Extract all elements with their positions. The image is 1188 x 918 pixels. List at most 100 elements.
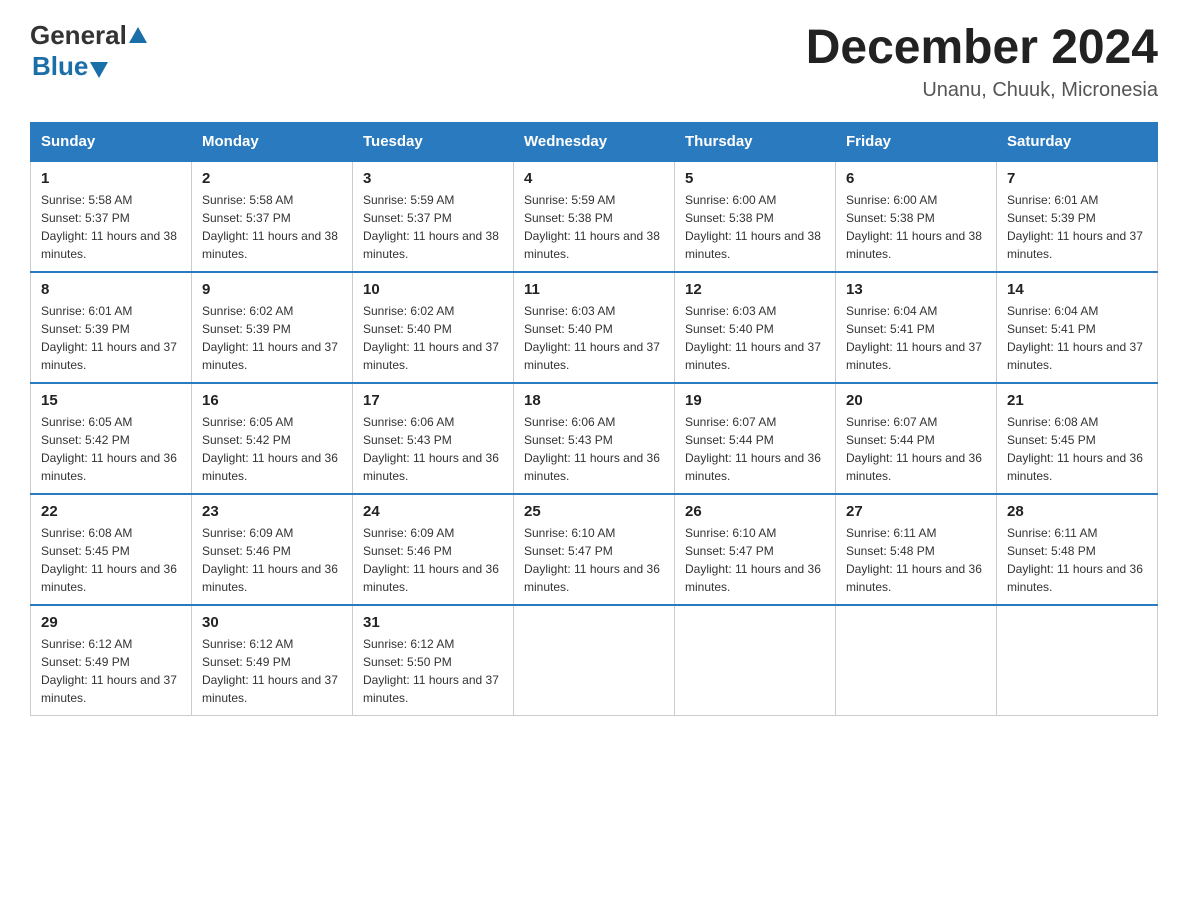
day-number: 7 xyxy=(1007,170,1147,187)
calendar-cell: 9 Sunrise: 6:02 AMSunset: 5:39 PMDayligh… xyxy=(192,272,353,383)
calendar-cell xyxy=(997,605,1158,716)
calendar-cell: 20 Sunrise: 6:07 AMSunset: 5:44 PMDaylig… xyxy=(836,383,997,494)
day-number: 19 xyxy=(685,392,825,409)
day-number: 12 xyxy=(685,281,825,298)
calendar-cell: 22 Sunrise: 6:08 AMSunset: 5:45 PMDaylig… xyxy=(31,494,192,605)
day-info: Sunrise: 6:00 AMSunset: 5:38 PMDaylight:… xyxy=(846,193,982,261)
location-subtitle: Unanu, Chuuk, Micronesia xyxy=(806,79,1158,102)
day-info: Sunrise: 5:59 AMSunset: 5:38 PMDaylight:… xyxy=(524,193,660,261)
day-info: Sunrise: 5:58 AMSunset: 5:37 PMDaylight:… xyxy=(41,193,177,261)
day-info: Sunrise: 6:03 AMSunset: 5:40 PMDaylight:… xyxy=(524,304,660,372)
calendar-cell xyxy=(836,605,997,716)
weekday-header-tuesday: Tuesday xyxy=(353,123,514,162)
calendar-week-row: 1 Sunrise: 5:58 AMSunset: 5:37 PMDayligh… xyxy=(31,161,1158,272)
day-info: Sunrise: 6:09 AMSunset: 5:46 PMDaylight:… xyxy=(202,526,338,594)
weekday-header-sunday: Sunday xyxy=(31,123,192,162)
day-info: Sunrise: 6:04 AMSunset: 5:41 PMDaylight:… xyxy=(846,304,982,372)
calendar-cell: 23 Sunrise: 6:09 AMSunset: 5:46 PMDaylig… xyxy=(192,494,353,605)
calendar-cell: 25 Sunrise: 6:10 AMSunset: 5:47 PMDaylig… xyxy=(514,494,675,605)
day-info: Sunrise: 6:07 AMSunset: 5:44 PMDaylight:… xyxy=(846,415,982,483)
day-info: Sunrise: 6:02 AMSunset: 5:40 PMDaylight:… xyxy=(363,304,499,372)
calendar-cell: 6 Sunrise: 6:00 AMSunset: 5:38 PMDayligh… xyxy=(836,161,997,272)
calendar-cell: 1 Sunrise: 5:58 AMSunset: 5:37 PMDayligh… xyxy=(31,161,192,272)
weekday-header-wednesday: Wednesday xyxy=(514,123,675,162)
day-number: 17 xyxy=(363,392,503,409)
day-number: 20 xyxy=(846,392,986,409)
logo-blue: Blue xyxy=(32,51,88,82)
day-info: Sunrise: 6:06 AMSunset: 5:43 PMDaylight:… xyxy=(363,415,499,483)
day-info: Sunrise: 6:06 AMSunset: 5:43 PMDaylight:… xyxy=(524,415,660,483)
day-info: Sunrise: 6:02 AMSunset: 5:39 PMDaylight:… xyxy=(202,304,338,372)
weekday-header-saturday: Saturday xyxy=(997,123,1158,162)
day-info: Sunrise: 6:12 AMSunset: 5:49 PMDaylight:… xyxy=(41,637,177,705)
calendar-cell: 17 Sunrise: 6:06 AMSunset: 5:43 PMDaylig… xyxy=(353,383,514,494)
calendar-cell: 11 Sunrise: 6:03 AMSunset: 5:40 PMDaylig… xyxy=(514,272,675,383)
page-header: General Blue December 2024 Unanu, Chuuk,… xyxy=(30,20,1158,102)
day-number: 15 xyxy=(41,392,181,409)
title-section: December 2024 Unanu, Chuuk, Micronesia xyxy=(806,20,1158,102)
day-number: 14 xyxy=(1007,281,1147,298)
calendar-cell: 31 Sunrise: 6:12 AMSunset: 5:50 PMDaylig… xyxy=(353,605,514,716)
logo: General Blue xyxy=(30,20,147,82)
logo-triangle-down-icon xyxy=(90,62,108,78)
day-number: 29 xyxy=(41,614,181,631)
month-title: December 2024 xyxy=(806,20,1158,75)
day-info: Sunrise: 6:10 AMSunset: 5:47 PMDaylight:… xyxy=(524,526,660,594)
calendar-week-row: 29 Sunrise: 6:12 AMSunset: 5:49 PMDaylig… xyxy=(31,605,1158,716)
calendar-cell: 7 Sunrise: 6:01 AMSunset: 5:39 PMDayligh… xyxy=(997,161,1158,272)
day-info: Sunrise: 6:08 AMSunset: 5:45 PMDaylight:… xyxy=(1007,415,1143,483)
calendar-cell xyxy=(675,605,836,716)
logo-triangle-up-icon xyxy=(129,27,147,43)
calendar-cell: 5 Sunrise: 6:00 AMSunset: 5:38 PMDayligh… xyxy=(675,161,836,272)
calendar-cell: 21 Sunrise: 6:08 AMSunset: 5:45 PMDaylig… xyxy=(997,383,1158,494)
day-number: 5 xyxy=(685,170,825,187)
calendar-cell: 14 Sunrise: 6:04 AMSunset: 5:41 PMDaylig… xyxy=(997,272,1158,383)
day-info: Sunrise: 6:01 AMSunset: 5:39 PMDaylight:… xyxy=(41,304,177,372)
day-number: 6 xyxy=(846,170,986,187)
day-number: 9 xyxy=(202,281,342,298)
calendar-cell: 28 Sunrise: 6:11 AMSunset: 5:48 PMDaylig… xyxy=(997,494,1158,605)
calendar-table: SundayMondayTuesdayWednesdayThursdayFrid… xyxy=(30,122,1158,716)
day-info: Sunrise: 6:08 AMSunset: 5:45 PMDaylight:… xyxy=(41,526,177,594)
day-info: Sunrise: 6:11 AMSunset: 5:48 PMDaylight:… xyxy=(1007,526,1143,594)
calendar-cell: 24 Sunrise: 6:09 AMSunset: 5:46 PMDaylig… xyxy=(353,494,514,605)
calendar-cell: 30 Sunrise: 6:12 AMSunset: 5:49 PMDaylig… xyxy=(192,605,353,716)
day-info: Sunrise: 5:58 AMSunset: 5:37 PMDaylight:… xyxy=(202,193,338,261)
calendar-cell: 27 Sunrise: 6:11 AMSunset: 5:48 PMDaylig… xyxy=(836,494,997,605)
day-number: 3 xyxy=(363,170,503,187)
calendar-cell: 26 Sunrise: 6:10 AMSunset: 5:47 PMDaylig… xyxy=(675,494,836,605)
calendar-cell: 10 Sunrise: 6:02 AMSunset: 5:40 PMDaylig… xyxy=(353,272,514,383)
day-info: Sunrise: 6:03 AMSunset: 5:40 PMDaylight:… xyxy=(685,304,821,372)
day-number: 23 xyxy=(202,503,342,520)
calendar-cell xyxy=(514,605,675,716)
calendar-cell: 4 Sunrise: 5:59 AMSunset: 5:38 PMDayligh… xyxy=(514,161,675,272)
calendar-cell: 12 Sunrise: 6:03 AMSunset: 5:40 PMDaylig… xyxy=(675,272,836,383)
day-number: 11 xyxy=(524,281,664,298)
day-number: 27 xyxy=(846,503,986,520)
day-info: Sunrise: 6:05 AMSunset: 5:42 PMDaylight:… xyxy=(41,415,177,483)
day-number: 21 xyxy=(1007,392,1147,409)
day-info: Sunrise: 6:09 AMSunset: 5:46 PMDaylight:… xyxy=(363,526,499,594)
calendar-cell: 8 Sunrise: 6:01 AMSunset: 5:39 PMDayligh… xyxy=(31,272,192,383)
day-number: 24 xyxy=(363,503,503,520)
weekday-header-monday: Monday xyxy=(192,123,353,162)
calendar-week-row: 15 Sunrise: 6:05 AMSunset: 5:42 PMDaylig… xyxy=(31,383,1158,494)
day-number: 30 xyxy=(202,614,342,631)
day-number: 1 xyxy=(41,170,181,187)
calendar-cell: 29 Sunrise: 6:12 AMSunset: 5:49 PMDaylig… xyxy=(31,605,192,716)
day-info: Sunrise: 6:05 AMSunset: 5:42 PMDaylight:… xyxy=(202,415,338,483)
day-number: 16 xyxy=(202,392,342,409)
weekday-header-thursday: Thursday xyxy=(675,123,836,162)
weekday-header-friday: Friday xyxy=(836,123,997,162)
day-number: 13 xyxy=(846,281,986,298)
day-number: 28 xyxy=(1007,503,1147,520)
logo-general: General xyxy=(30,20,127,51)
calendar-cell: 3 Sunrise: 5:59 AMSunset: 5:37 PMDayligh… xyxy=(353,161,514,272)
weekday-header-row: SundayMondayTuesdayWednesdayThursdayFrid… xyxy=(31,123,1158,162)
day-number: 8 xyxy=(41,281,181,298)
day-number: 10 xyxy=(363,281,503,298)
day-number: 18 xyxy=(524,392,664,409)
calendar-week-row: 22 Sunrise: 6:08 AMSunset: 5:45 PMDaylig… xyxy=(31,494,1158,605)
day-number: 22 xyxy=(41,503,181,520)
day-info: Sunrise: 6:12 AMSunset: 5:50 PMDaylight:… xyxy=(363,637,499,705)
